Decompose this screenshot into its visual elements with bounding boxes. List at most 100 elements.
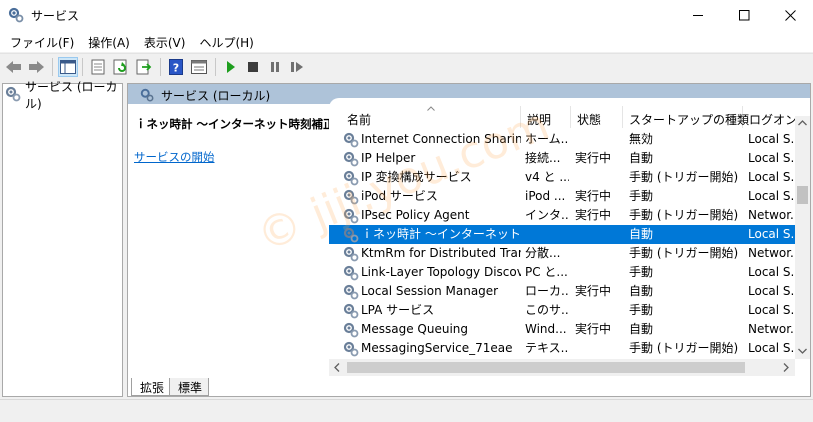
column-header-description[interactable]: 説明: [521, 106, 571, 128]
vertical-scrollbar[interactable]: [795, 116, 810, 359]
toolbar-separator: [160, 58, 161, 76]
service-logon-cell: Local S...: [748, 265, 795, 279]
export-button[interactable]: [134, 57, 154, 77]
console-tree: サービス (ローカル): [2, 80, 123, 397]
details-pane: サービス (ローカル) ｉネッ時計 ～インターネット時刻補正～ サービスの開始 …: [127, 83, 811, 397]
gear-icon: [5, 86, 21, 105]
console-tree-button[interactable]: [58, 57, 78, 77]
forward-button[interactable]: [26, 57, 46, 77]
service-status-cell: 実行中: [575, 151, 612, 165]
table-row[interactable]: ｉネッ時計 ～インターネット時... 自動 Local S...: [329, 225, 795, 244]
selected-service-name: ｉネッ時計 ～インターネット時刻補正～: [135, 117, 347, 131]
scroll-up-icon[interactable]: [798, 120, 807, 126]
menu-action[interactable]: 操作(A): [81, 31, 137, 52]
table-row[interactable]: IP 変換構成サービス v4 と ... 手動 (トリガー開始) Local S...: [329, 168, 795, 187]
export-icon: [136, 59, 152, 75]
table-row[interactable]: Message Queuing Wind... 実行中 自動 Networ...: [329, 320, 795, 339]
gear-icon: [343, 322, 359, 338]
maximize-icon: [738, 10, 749, 21]
close-icon: [784, 10, 796, 21]
start-service-button[interactable]: [221, 57, 241, 77]
service-description-cell: インタ...: [525, 208, 569, 222]
refresh-icon: [113, 59, 127, 75]
service-description-cell: ホーム...: [525, 132, 569, 146]
table-row[interactable]: Link-Layer Topology Discov... PC と... 手動 Lo…: [329, 263, 795, 282]
minimize-button[interactable]: [675, 0, 721, 31]
service-name-cell: MessagingService_71eae: [361, 341, 513, 355]
scroll-thumb[interactable]: [797, 186, 808, 204]
column-header-logon[interactable]: ログオン: [743, 106, 797, 128]
gear-icon: [343, 132, 359, 148]
service-logon-cell: Local S...: [748, 341, 795, 355]
menu-view[interactable]: 表示(V): [137, 31, 193, 52]
service-name-cell: Local Session Manager: [361, 284, 499, 298]
service-status-cell: [575, 339, 623, 358]
scroll-right-icon[interactable]: [783, 363, 789, 372]
minimize-icon: [692, 15, 703, 16]
scroll-left-icon[interactable]: [334, 363, 340, 372]
service-description-cell: ローカ...: [525, 284, 569, 298]
service-name-cell: iPod サービス: [361, 189, 438, 203]
table-row[interactable]: iPod サービス iPod ... 実行中 手動 Local S...: [329, 187, 795, 206]
table-row[interactable]: Internet Connection Sharin... ホーム... 無効 Loc…: [329, 130, 795, 149]
view-button[interactable]: [189, 57, 209, 77]
table-row[interactable]: KtmRm for Distributed Trans... 分散... 手動 (ト…: [329, 244, 795, 263]
service-startup-cell: 自動: [629, 151, 654, 165]
column-header-name[interactable]: 名前: [341, 106, 521, 128]
tab-extended[interactable]: 拡張: [131, 378, 172, 396]
service-logon-cell: Local S...: [748, 151, 795, 165]
close-button[interactable]: [767, 0, 813, 31]
horizontal-scrollbar[interactable]: [329, 359, 795, 376]
service-startup-cell: 手動: [629, 189, 654, 203]
scroll-thumb[interactable]: [347, 362, 745, 373]
service-status-cell: [575, 244, 623, 263]
service-name-cell: ｉネッ時計 ～インターネット時...: [361, 227, 521, 241]
gear-icon: [140, 88, 154, 105]
refresh-button[interactable]: [111, 57, 131, 77]
column-header-status[interactable]: 状態: [571, 106, 623, 128]
resume-service-button[interactable]: [287, 57, 307, 77]
column-header-row: 名前 説明 状態 スタートアップの種類 ログオン: [329, 106, 797, 128]
toolbar-separator: [215, 58, 216, 76]
start-service-icon: [227, 61, 235, 73]
service-description-cell: このサ...: [525, 303, 569, 317]
back-icon: [6, 61, 21, 73]
console-tree-icon: [60, 60, 76, 74]
svg-text:?: ?: [173, 62, 179, 75]
service-startup-cell: 手動: [629, 303, 654, 317]
back-button[interactable]: [4, 57, 24, 77]
service-status-cell: [575, 301, 623, 320]
table-row[interactable]: MessagingService_71eae テキス... 手動 (トリガー開始) L…: [329, 339, 795, 358]
service-startup-cell: 手動: [629, 265, 654, 279]
service-name-cell: Internet Connection Sharin...: [361, 132, 521, 146]
table-row[interactable]: IP Helper 接続... 実行中 自動 Local S...: [329, 149, 795, 168]
help-button[interactable]: ?: [166, 57, 186, 77]
column-header-startup-type[interactable]: スタートアップの種類: [623, 106, 749, 128]
menu-help[interactable]: ヘルプ(H): [192, 31, 260, 52]
service-startup-cell: 無効: [629, 132, 654, 146]
tree-item-services-local[interactable]: サービス (ローカル): [5, 80, 122, 111]
service-status-cell: 実行中: [575, 208, 612, 222]
service-name-cell: IPsec Policy Agent: [361, 208, 470, 222]
scroll-down-icon[interactable]: [798, 348, 807, 354]
tab-standard[interactable]: 標準: [169, 378, 210, 396]
menu-file[interactable]: ファイル(F): [0, 31, 81, 52]
tree-item-label: サービス (ローカル): [25, 80, 118, 111]
maximize-button[interactable]: [721, 0, 767, 31]
gear-icon: [343, 227, 359, 243]
gear-icon: [343, 341, 359, 357]
toolbar-separator: [82, 58, 83, 76]
service-status-cell: [575, 168, 623, 187]
table-row[interactable]: Local Session Manager ローカ... 実行中 自動 Local S.…: [329, 282, 795, 301]
view-icon: [191, 60, 207, 74]
table-row[interactable]: LPA サービス このサ... 手動 Local S...: [329, 301, 795, 320]
start-service-link[interactable]: サービスの開始: [134, 149, 215, 165]
gear-icon: [343, 284, 359, 300]
title-bar: サービス: [0, 0, 813, 31]
service-logon-cell: Local S...: [748, 170, 795, 184]
pause-service-button[interactable]: [265, 57, 285, 77]
stop-service-button[interactable]: [243, 57, 263, 77]
properties-button[interactable]: [88, 57, 108, 77]
table-row[interactable]: IPsec Policy Agent インタ... 実行中 手動 (トリガー開始) Ne…: [329, 206, 795, 225]
service-description-cell: 分散...: [525, 246, 561, 260]
